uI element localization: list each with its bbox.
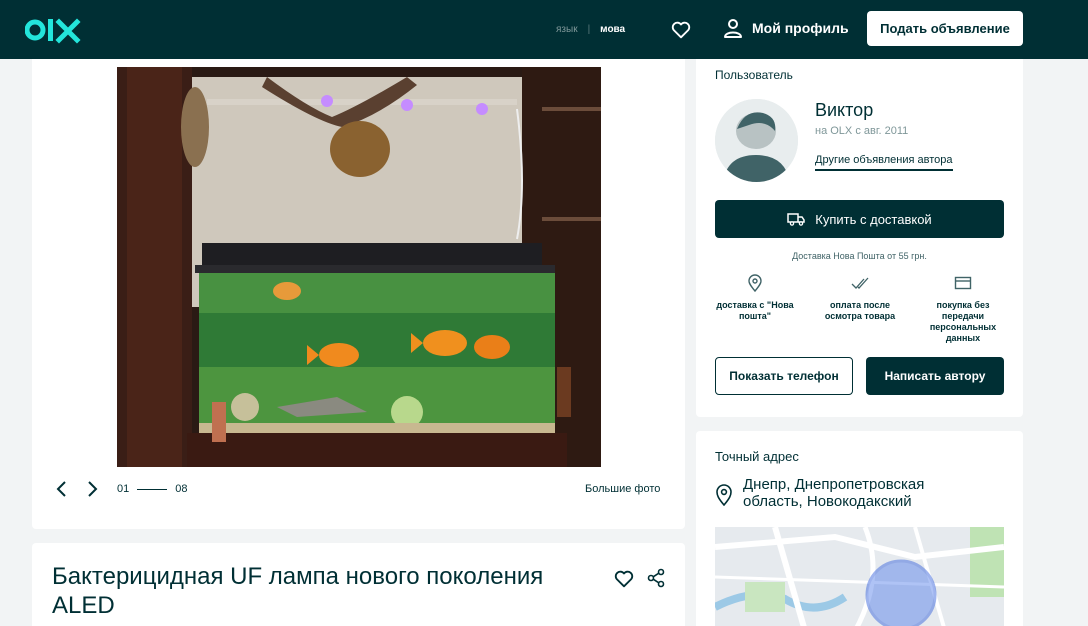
address-card: Точный адрес Днепр, Днепропетровская обл… [696, 431, 1023, 626]
heart-icon[interactable] [613, 568, 635, 590]
seller-card: Пользователь Виктор на OLX с авг. 2011 Д… [696, 59, 1023, 417]
seller-since: на OLX с авг. 2011 [815, 125, 909, 137]
photo-current: 01 [117, 483, 130, 495]
address-row: Днепр, Днепропетровская область, Новокод… [715, 476, 973, 510]
lang-separator: | [587, 24, 591, 35]
ad-title: Бактерицидная UF лампа нового поколения … [52, 563, 544, 619]
address-section-label: Точный адрес [715, 449, 799, 464]
feature-payment-label: оплата после осмотра товара [824, 300, 896, 321]
feature-privacy-label: покупка без передачи персональных данных [929, 300, 997, 343]
seller-name: Виктор [815, 100, 874, 120]
chevron-left-icon[interactable] [52, 479, 72, 499]
profile-label: Мой профиль [752, 20, 849, 36]
top-header: язык | мова Мой профиль Подать объявлени… [0, 0, 1088, 59]
seller-section-label: Пользователь [715, 68, 793, 82]
address-text: Днепр, Днепропетровская область, Новокод… [743, 476, 925, 510]
photo-total: 08 [175, 483, 188, 495]
olx-logo[interactable] [25, 14, 85, 46]
chevron-right-icon[interactable] [82, 479, 102, 499]
counter-divider [137, 488, 168, 490]
post-ad-button[interactable]: Подать объявление [867, 11, 1023, 46]
location-map[interactable] [715, 527, 1004, 626]
buy-with-delivery-button[interactable]: Купить с доставкой [715, 200, 1004, 238]
double-check-icon [851, 277, 869, 289]
share-icon[interactable] [646, 568, 666, 588]
default-avatar-icon [715, 99, 798, 182]
ad-title-card: Бактерицидная UF лампа нового поколения … [32, 543, 685, 626]
language-switcher: язык | мова [556, 24, 625, 35]
delivery-note: Доставка Нова Пошта от 55 грн. [792, 251, 927, 261]
avatar[interactable] [715, 99, 798, 182]
heart-icon[interactable] [670, 19, 692, 41]
feature-payment: оплата после осмотра товара [815, 274, 905, 322]
buy-with-delivery-label: Купить с доставкой [815, 211, 932, 227]
feature-privacy: покупка без передачи персональных данных [918, 274, 1008, 344]
map-image [715, 527, 1004, 626]
feature-delivery: доставка с "Нова пошта" [710, 274, 800, 322]
lang-uk-link[interactable]: мова [600, 24, 625, 35]
feature-delivery-label: доставка с "Нова пошта" [716, 300, 794, 321]
other-ads-link[interactable]: Другие объявления автора [815, 154, 953, 171]
write-author-button[interactable]: Написать автору [866, 357, 1004, 395]
location-pin-icon [716, 484, 732, 506]
ad-photo[interactable] [117, 67, 601, 467]
truck-icon [787, 213, 806, 226]
show-phone-button[interactable]: Показать телефон [715, 357, 853, 395]
large-photos-link[interactable]: Большие фото [585, 483, 660, 495]
location-pin-icon [748, 274, 762, 292]
photo-gallery: 01 08 Большие фото [32, 59, 685, 529]
lang-ru-link[interactable]: язык [556, 24, 578, 35]
my-profile-link[interactable]: Мой профиль [724, 18, 849, 38]
aquarium-photo-image [117, 67, 601, 467]
user-icon [724, 19, 742, 38]
card-icon [954, 276, 972, 290]
photo-counter: 01 08 [117, 483, 188, 495]
